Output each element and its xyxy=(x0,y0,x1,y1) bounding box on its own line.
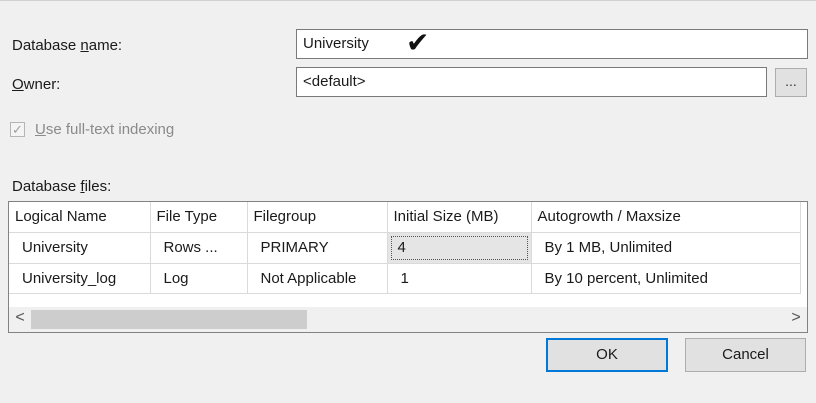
checkmark-icon: ✔ xyxy=(406,27,430,58)
cell-file-type[interactable]: Rows ... xyxy=(150,232,248,264)
database-name-label: Database name: xyxy=(12,37,123,54)
cell-file-type[interactable]: Log xyxy=(150,263,248,294)
cell-autogrowth[interactable]: By 10 percent, Unlimited xyxy=(531,263,801,294)
cell-autogrowth[interactable]: By 1 MB, Unlimited xyxy=(531,232,801,264)
database-files-label: Database files: xyxy=(12,178,112,195)
cell-initial-size[interactable]: 1 xyxy=(387,263,532,294)
cancel-button[interactable]: Cancel xyxy=(685,338,806,372)
owner-input[interactable]: <default> xyxy=(296,67,767,97)
column-header-initial-size[interactable]: Initial Size (MB) xyxy=(387,202,532,233)
cell-initial-size-selected[interactable]: 4 xyxy=(387,232,532,264)
cell-filegroup[interactable]: PRIMARY xyxy=(247,232,388,264)
cell-logical-name[interactable]: University xyxy=(9,232,151,264)
fulltext-indexing-checkbox[interactable]: ✓ xyxy=(10,122,25,137)
browse-owner-button[interactable]: ... xyxy=(775,68,807,97)
column-header-filegroup[interactable]: Filegroup xyxy=(247,202,388,233)
database-files-grid[interactable]: Logical Name File Type Filegroup Initial… xyxy=(8,201,808,333)
database-name-input[interactable]: University xyxy=(296,29,808,59)
top-divider xyxy=(0,0,816,1)
column-header-file-type[interactable]: File Type xyxy=(150,202,248,233)
table-row[interactable]: University Rows ... PRIMARY 4 By 1 MB, U… xyxy=(9,232,801,264)
column-header-logical-name[interactable]: Logical Name xyxy=(9,202,151,233)
horizontal-scrollbar[interactable]: < > xyxy=(9,307,807,332)
cell-filegroup[interactable]: Not Applicable xyxy=(247,263,388,294)
scroll-right-icon[interactable]: > xyxy=(786,309,806,327)
column-header-autogrowth[interactable]: Autogrowth / Maxsize xyxy=(531,202,801,233)
grid-header-row: Logical Name File Type Filegroup Initial… xyxy=(9,202,801,233)
owner-label: Owner: xyxy=(12,76,61,93)
fulltext-indexing-label: Use full-text indexing xyxy=(35,121,175,138)
scroll-left-icon[interactable]: < xyxy=(10,309,30,327)
table-row[interactable]: University_log Log Not Applicable 1 By 1… xyxy=(9,263,801,294)
cell-logical-name[interactable]: University_log xyxy=(9,263,151,294)
scrollbar-thumb[interactable] xyxy=(31,310,307,329)
ok-button[interactable]: OK xyxy=(546,338,668,372)
